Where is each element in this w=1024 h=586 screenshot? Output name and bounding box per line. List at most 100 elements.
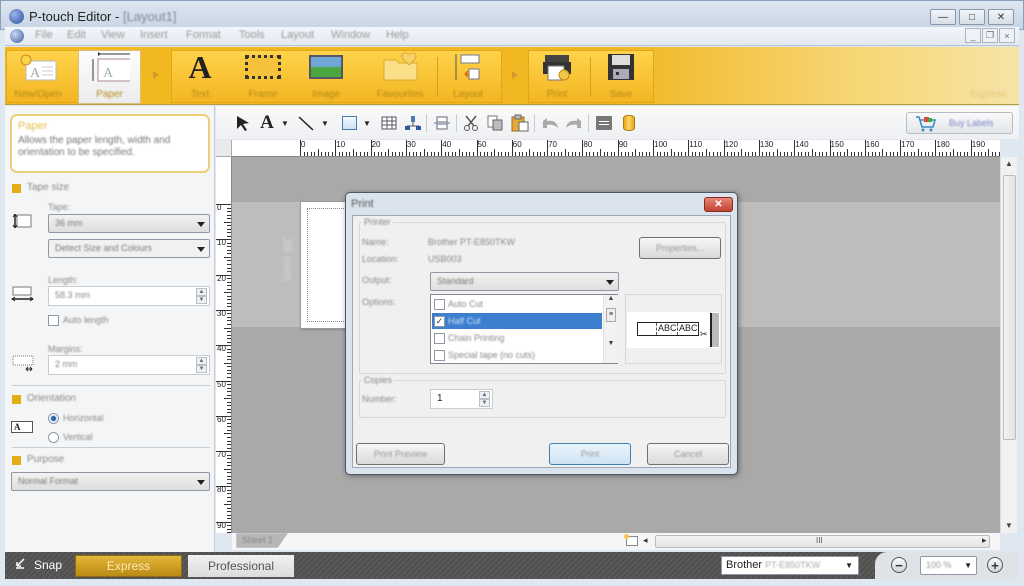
redo-icon[interactable] [564, 113, 584, 133]
printer-select[interactable]: Brother PT-E850TKW ▼ [721, 556, 859, 575]
rectangle-tool-icon[interactable] [340, 113, 358, 133]
output-select[interactable]: Standard [430, 272, 619, 291]
table-tool-icon[interactable] [380, 113, 398, 133]
option-auto-cut[interactable]: Auto Cut [432, 296, 602, 312]
save-button[interactable]: Save [591, 51, 651, 103]
paste-icon[interactable] [510, 113, 530, 133]
scroll-up-icon[interactable]: ▲ [1005, 159, 1013, 168]
mdi-restore-button[interactable]: ❐ [982, 28, 998, 43]
menu-file[interactable]: File [35, 29, 53, 41]
chevron-down-icon[interactable]: ▼ [280, 113, 290, 133]
print-button[interactable]: Print [527, 51, 587, 103]
new-open-button[interactable]: A New/Open [8, 51, 68, 103]
menu-view[interactable]: View [101, 29, 125, 41]
zoom-out-icon[interactable]: − [891, 557, 907, 573]
menu-edit[interactable]: Edit [67, 29, 86, 41]
scroll-right-icon[interactable]: ▸ [982, 535, 987, 546]
zoom-in-icon[interactable]: + [987, 557, 1003, 573]
line-tool-icon[interactable] [296, 113, 316, 133]
chevron-down-icon[interactable]: ▼ [362, 113, 372, 133]
snap-toggle[interactable]: Snap [15, 557, 62, 572]
length-input[interactable]: 58.3 mm ▲ ▼ [48, 286, 210, 306]
sheet-tab[interactable]: Sheet 1 [236, 533, 288, 548]
menu-format[interactable]: Format [186, 29, 221, 41]
options-scrollbar[interactable]: ▲ ≡ ▼ [603, 295, 618, 363]
scroll-left-icon[interactable]: ◂ [643, 535, 648, 546]
checkbox[interactable] [434, 349, 445, 361]
image-button[interactable]: Image [296, 51, 356, 103]
chevron-down-icon[interactable]: ▼ [320, 113, 330, 133]
maximize-button[interactable]: □ [959, 9, 985, 25]
menu-insert[interactable]: Insert [140, 29, 168, 41]
properties-button[interactable]: Properties... [639, 237, 721, 259]
layout-button[interactable]: Layout [438, 51, 498, 103]
mdi-minimize-button[interactable]: _ [965, 28, 981, 43]
purpose-select[interactable]: Normal Format [11, 472, 210, 491]
print-confirm-button[interactable]: Print [549, 443, 631, 465]
vertical-scrollbar[interactable]: ▲ ▼ [1000, 157, 1017, 533]
spin-down-button[interactable]: ▼ [196, 365, 207, 373]
org-chart-tool-icon[interactable] [404, 113, 422, 133]
text-tool-icon[interactable]: A [258, 112, 276, 133]
vertical-radio[interactable] [48, 432, 59, 443]
menu-help[interactable]: Help [386, 29, 409, 41]
cancel-button[interactable]: Cancel [647, 443, 729, 465]
option-half-cut[interactable]: ✓ Half Cut [432, 313, 602, 329]
preview-text: ABC [679, 323, 698, 333]
undo-icon[interactable] [540, 113, 560, 133]
checkbox[interactable] [434, 298, 445, 310]
properties-icon[interactable] [594, 113, 614, 133]
paper-button[interactable]: A Paper [78, 50, 141, 104]
ruler-tick [469, 152, 471, 156]
option-chain-printing[interactable]: Chain Printing [432, 330, 602, 346]
tape-select[interactable]: 36 mm [48, 214, 210, 233]
ruler-tick [508, 152, 510, 156]
checkbox-checked[interactable]: ✓ [434, 315, 445, 327]
buy-labels-button[interactable]: Buy Labels [906, 112, 1013, 134]
option-special-tape[interactable]: Special tape (no cuts) [432, 347, 602, 363]
menu-layout[interactable]: Layout [281, 29, 314, 41]
detect-size-select[interactable]: Detect Size and Colours [48, 239, 210, 258]
mdi-close-button[interactable]: × [999, 28, 1015, 43]
cut-icon[interactable] [462, 113, 480, 133]
express-mode-button[interactable]: Express [75, 555, 182, 577]
menu-tools[interactable]: Tools [239, 29, 265, 41]
print-label: Print [546, 89, 568, 100]
new-sheet-icon[interactable] [624, 534, 638, 546]
minimize-button[interactable]: — [930, 9, 956, 25]
expand-arrow-icon[interactable] [512, 71, 518, 79]
expand-arrow-icon[interactable] [153, 71, 159, 79]
ruler-tick [227, 408, 231, 410]
close-button[interactable]: ✕ [988, 9, 1014, 25]
document-icon[interactable] [10, 29, 24, 43]
select-arrow-icon[interactable] [234, 113, 252, 133]
database-icon[interactable] [620, 113, 638, 133]
favourites-button[interactable]: Favourites [370, 51, 430, 103]
ruler-tick [928, 152, 930, 156]
copy-icon[interactable] [486, 113, 504, 133]
ruler-tick [924, 152, 926, 156]
purpose-heading: Purpose [27, 454, 65, 465]
options-list[interactable]: Auto Cut ✓ Half Cut Chain Printing Specia… [430, 294, 618, 364]
print-preview-button[interactable]: Print Preview [356, 443, 445, 465]
checkbox[interactable] [434, 332, 445, 344]
text-button[interactable]: A Text [170, 49, 230, 103]
copies-input[interactable]: 1 ▲ ▼ [430, 389, 493, 409]
scroll-down-icon[interactable]: ▼ [1005, 521, 1013, 530]
spin-up-button[interactable]: ▲ [196, 357, 207, 365]
frame-button[interactable]: Frame [233, 51, 293, 103]
dialog-close-button[interactable]: ✕ [704, 197, 733, 212]
zoom-select[interactable]: 100 % ▼ [920, 556, 977, 575]
auto-length-checkbox[interactable] [48, 315, 59, 326]
spin-down-button[interactable]: ▼ [479, 399, 490, 407]
margins-input[interactable]: 2 mm ▲ ▼ [48, 355, 210, 375]
align-tool-icon[interactable] [432, 113, 452, 133]
horizontal-scroll-thumb[interactable]: III [655, 535, 990, 548]
spin-up-button[interactable]: ▲ [479, 391, 490, 399]
vertical-scroll-thumb[interactable] [1003, 175, 1016, 440]
spin-down-button[interactable]: ▼ [196, 296, 207, 304]
horizontal-radio[interactable] [48, 413, 59, 424]
menu-window[interactable]: Window [331, 29, 370, 41]
professional-mode-button[interactable]: Professional [188, 555, 294, 577]
spin-up-button[interactable]: ▲ [196, 288, 207, 296]
